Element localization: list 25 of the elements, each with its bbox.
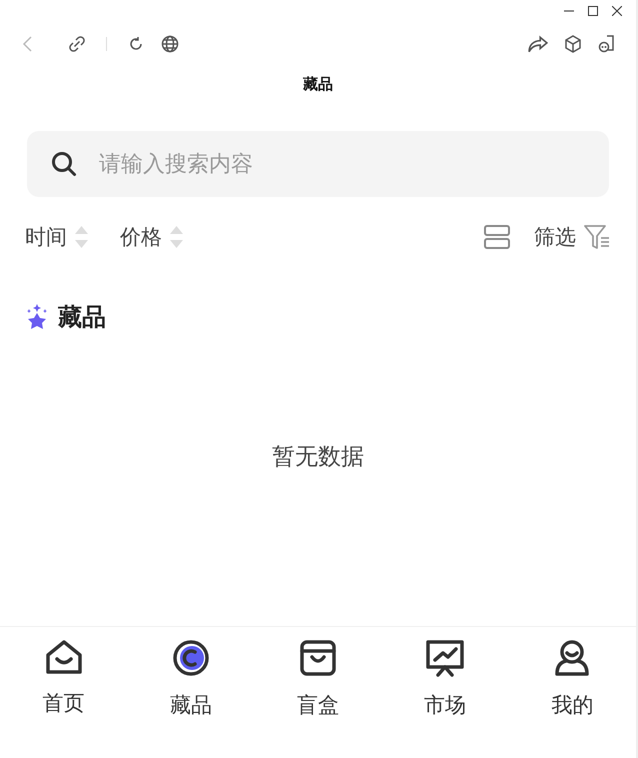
share-icon[interactable]: [528, 34, 548, 54]
device-icon[interactable]: [598, 35, 616, 53]
page-title: 藏品: [302, 74, 334, 95]
nav-tab[interactable]: 首页: [0, 627, 128, 723]
sort-icon: [75, 226, 88, 248]
section-title: 藏品: [58, 302, 106, 333]
search-field[interactable]: 请输入搜索内容: [27, 131, 609, 197]
list-view-icon[interactable]: [484, 225, 510, 249]
nav-tab[interactable]: 藏品: [127, 627, 254, 723]
empty-message: 暂无数据: [272, 443, 364, 471]
nav-tab[interactable]: 盲盒: [254, 627, 382, 723]
cube-icon[interactable]: [564, 35, 582, 53]
nav-tab[interactable]: 市场: [382, 627, 509, 723]
close-icon[interactable]: [612, 6, 622, 16]
sparkle-star-icon: [26, 304, 48, 330]
link-icon[interactable]: [68, 35, 86, 53]
search-icon: [51, 151, 77, 177]
nav-tab[interactable]: 我的: [508, 627, 636, 723]
sort-button[interactable]: 价格: [120, 223, 183, 251]
filter-icon: [584, 224, 610, 250]
globe-icon[interactable]: [161, 35, 179, 53]
maximize-icon[interactable]: [588, 6, 598, 16]
sort-icon: [170, 226, 183, 248]
sort-button[interactable]: 时间: [25, 223, 88, 251]
filter-button[interactable]: 筛选: [534, 223, 610, 251]
